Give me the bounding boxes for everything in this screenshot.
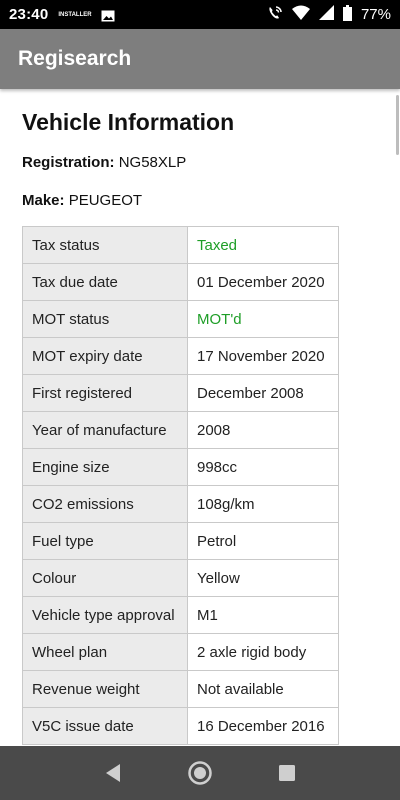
tax-due-date-value: 01 December 2020 [187, 263, 339, 301]
revenue-weight-label: Revenue weight [22, 670, 188, 708]
v5c-issue-date-label: V5C issue date [22, 707, 188, 745]
make-value: PEUGEOT [68, 192, 143, 209]
table-row: Year of manufacture 2008 [22, 411, 339, 449]
tax-due-date-label: Tax due date [22, 263, 188, 301]
image-icon [101, 9, 115, 21]
make-label: Make: [22, 192, 65, 209]
vehicle-type-approval-value: M1 [187, 596, 339, 634]
wheel-plan-label: Wheel plan [22, 633, 188, 671]
vehicle-info-table: Tax status Taxed Tax due date 01 Decembe… [22, 226, 339, 745]
first-registered-value: December 2008 [187, 374, 339, 412]
co2-emissions-label: CO2 emissions [22, 485, 188, 523]
mot-status-label: MOT status [22, 300, 188, 338]
back-icon[interactable] [100, 760, 126, 786]
home-icon[interactable] [187, 760, 213, 786]
tax-status-label: Tax status [22, 226, 188, 264]
engine-size-label: Engine size [22, 448, 188, 486]
mot-status-value: MOT'd [187, 300, 339, 338]
status-icons: 77% [267, 4, 391, 25]
page-title: Vehicle Information [22, 109, 235, 135]
battery-percent: 77% [360, 6, 391, 23]
app-bar: Regisearch [0, 29, 400, 89]
main-content[interactable]: Vehicle Information Registration: NG58XL… [0, 89, 400, 746]
fuel-type-label: Fuel type [22, 522, 188, 560]
co2-emissions-value: 108g/km [187, 485, 339, 523]
v5c-issue-date-value: 16 December 2016 [187, 707, 339, 745]
wifi-icon [291, 5, 310, 24]
table-row: Revenue weight Not available [22, 670, 339, 708]
fuel-type-value: Petrol [187, 522, 339, 560]
vehicle-type-approval-label: Vehicle type approval [22, 596, 188, 634]
table-row: Tax due date 01 December 2020 [22, 263, 339, 301]
first-registered-label: First registered [22, 374, 188, 412]
mot-expiry-date-label: MOT expiry date [22, 337, 188, 375]
registration-value: NG58XLP [118, 154, 187, 171]
battery-icon [342, 4, 352, 25]
tax-status-value: Taxed [187, 226, 339, 264]
table-row: Wheel plan 2 axle rigid body [22, 633, 339, 671]
table-row: First registered December 2008 [22, 374, 339, 412]
scrollbar[interactable] [396, 95, 399, 155]
table-row: Colour Yellow [22, 559, 339, 597]
revenue-weight-value: Not available [187, 670, 339, 708]
colour-value: Yellow [187, 559, 339, 597]
make-line: Make: PEUGEOT [22, 192, 142, 209]
signal-icon [318, 5, 334, 24]
recents-icon[interactable] [274, 760, 300, 786]
table-row: Fuel type Petrol [22, 522, 339, 560]
table-row: CO2 emissions 108g/km [22, 485, 339, 523]
wheel-plan-value: 2 axle rigid body [187, 633, 339, 671]
registration-line: Registration: NG58XLP [22, 154, 186, 171]
app-title: Regisearch [18, 47, 132, 70]
navigation-bar [0, 746, 400, 800]
table-row: Tax status Taxed [22, 226, 339, 264]
colour-label: Colour [22, 559, 188, 597]
engine-size-value: 998cc [187, 448, 339, 486]
table-row: MOT status MOT'd [22, 300, 339, 338]
table-row: V5C issue date 16 December 2016 [22, 707, 339, 745]
table-row: MOT expiry date 17 November 2020 [22, 337, 339, 375]
table-row: Vehicle type approval M1 [22, 596, 339, 634]
registration-label: Registration: [22, 154, 115, 171]
notification-installer-label: INSTALLER [58, 11, 92, 18]
mot-expiry-date-value: 17 November 2020 [187, 337, 339, 375]
table-row: Engine size 998cc [22, 448, 339, 486]
status-time: 23:40 [9, 6, 49, 23]
status-bar: 23:40 INSTALLER 77% [0, 0, 400, 29]
wifi-call-icon [267, 5, 283, 25]
year-of-manufacture-value: 2008 [187, 411, 339, 449]
year-of-manufacture-label: Year of manufacture [22, 411, 188, 449]
